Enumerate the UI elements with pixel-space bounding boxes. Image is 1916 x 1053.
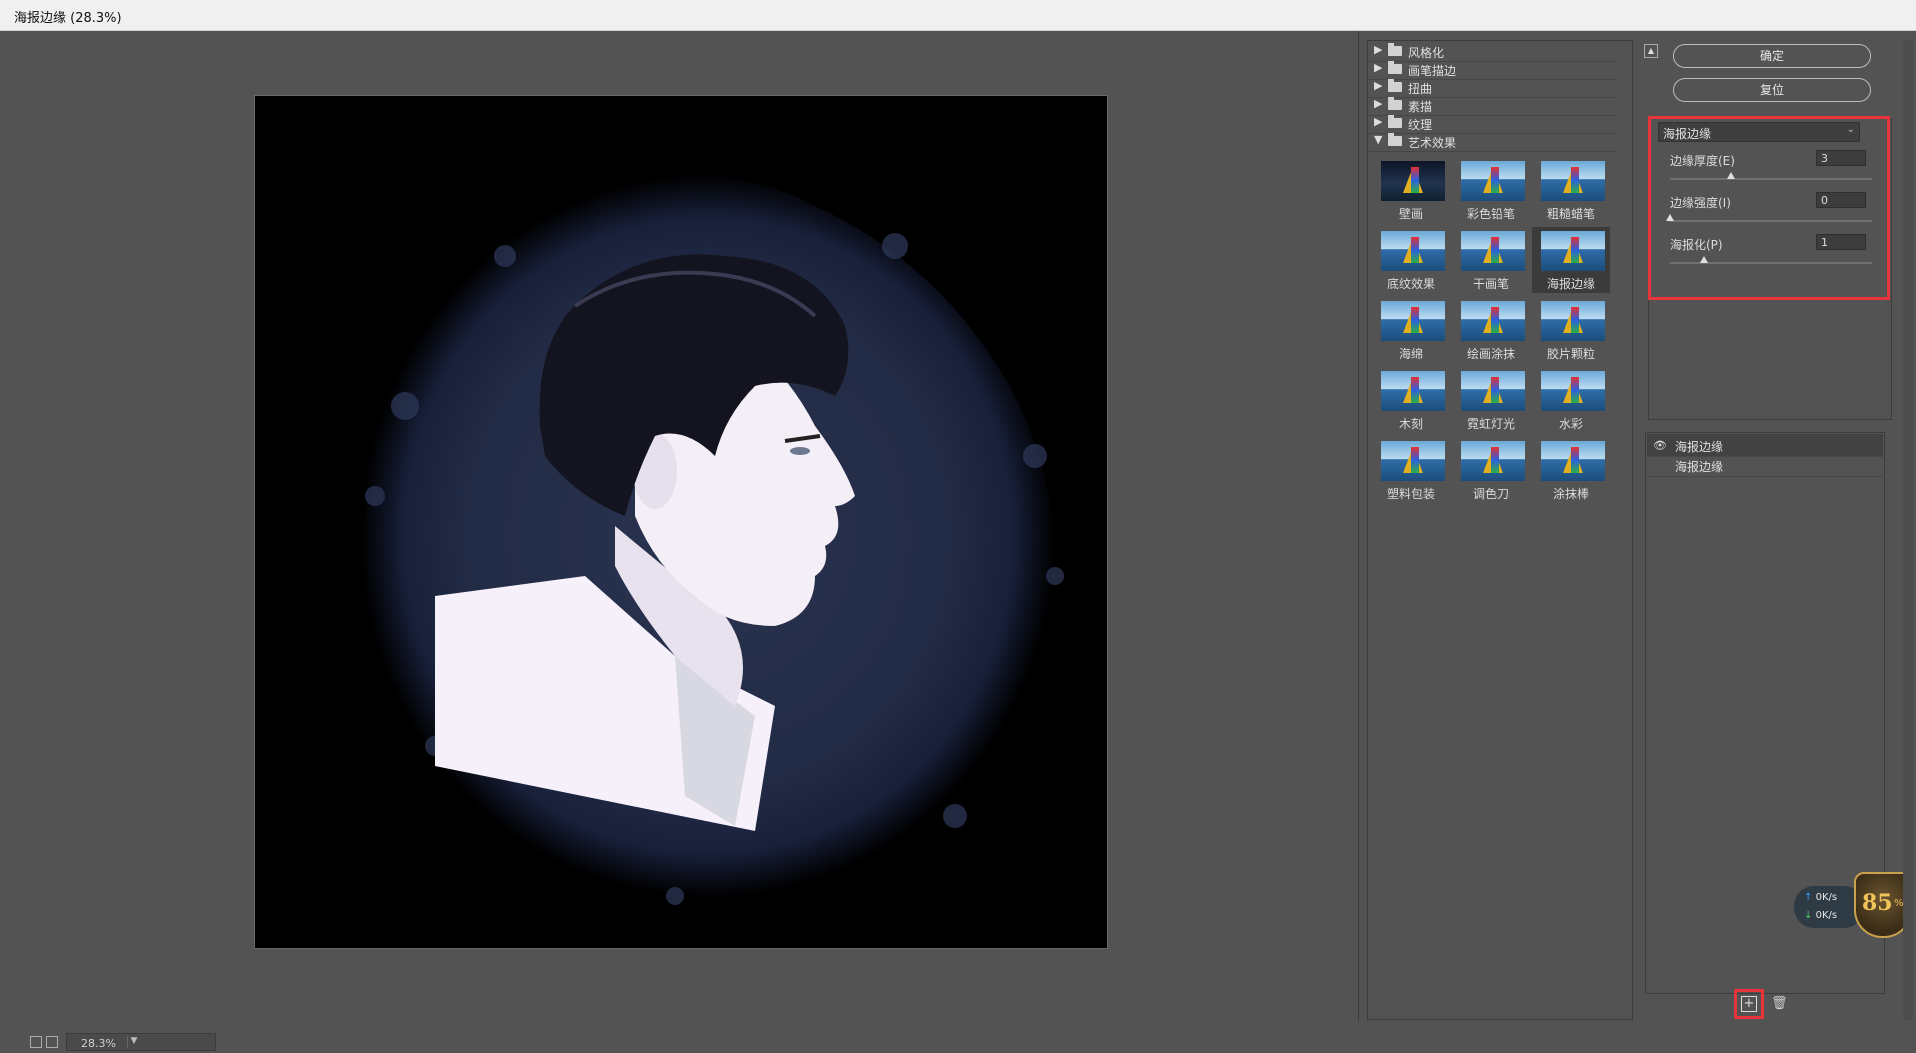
chevron-right-icon[interactable]: ▶ (1374, 115, 1382, 128)
chevron-down-icon[interactable]: ▼ (127, 1036, 140, 1048)
filter-gallery: ▶ 风格化 ▶ 画笔描边 ▶ 扭曲 ▶ 素描 ▶ 纹理 ▼ 艺术效果 壁画 彩色铅笔 粗糙蜡笔 底纹效果 干画笔… (1367, 40, 1633, 1020)
effect-layer-name: 海报边缘 (1675, 460, 1724, 474)
filter-thumbnail-label: 壁画 (1398, 207, 1423, 221)
filter-thumbnail-image (1541, 161, 1605, 201)
filter-thumbnail-label: 绘画涂抹 (1466, 347, 1515, 361)
preview-canvas[interactable] (254, 95, 1108, 949)
filter-thumbnail-label: 海报边缘 (1546, 277, 1595, 291)
filter-thumbnail-label: 塑料包装 (1386, 487, 1435, 501)
filter-thumbnail-image (1541, 371, 1605, 411)
new-effect-layer-icon[interactable]: + (1741, 996, 1757, 1012)
filter-thumbnail-image (1381, 441, 1445, 481)
filter-thumbnail-image (1461, 301, 1525, 341)
chevron-down-icon[interactable]: ▼ (1374, 133, 1382, 146)
upload-speed: ↑ 0K/s (1804, 892, 1838, 903)
filter-thumbnail-image (1541, 441, 1605, 481)
folder-icon (1388, 115, 1402, 128)
posterization-label: 海报化(P) (1670, 238, 1723, 252)
edge-thickness-slider-thumb[interactable] (1726, 172, 1735, 179)
zoom-out-button[interactable] (30, 1036, 42, 1048)
edge-thickness-slider[interactable] (1670, 178, 1872, 180)
filter-thumbnail[interactable]: 绘画涂抹 (1452, 297, 1530, 363)
filter-thumbnail[interactable]: 海绵 (1372, 297, 1450, 363)
folder-icon (1388, 133, 1402, 146)
edge-intensity-label: 边缘强度(I) (1670, 196, 1731, 210)
trash-icon[interactable]: 🗑 (1771, 996, 1788, 1012)
filter-thumbnail[interactable]: 海报边缘 (1532, 227, 1610, 293)
collapse-gallery-icon[interactable]: ▲ (1644, 44, 1658, 58)
filter-thumbnail-image (1541, 301, 1605, 341)
eye-icon[interactable]: 👁 (1653, 439, 1667, 452)
filter-thumbnail-label: 粗糙蜡笔 (1546, 207, 1595, 221)
edge-intensity-slider[interactable] (1670, 220, 1872, 222)
filter-thumbnail[interactable]: 水彩 (1532, 367, 1610, 433)
filter-thumbnail-image (1461, 371, 1525, 411)
chevron-right-icon[interactable]: ▶ (1374, 61, 1382, 74)
filter-thumbnail-label: 调色刀 (1472, 487, 1509, 501)
window-title: 海报边缘 (28.3%) (14, 11, 122, 26)
filter-thumbnail-label: 涂抹棒 (1552, 487, 1589, 501)
edge-intensity-input[interactable] (1816, 192, 1866, 208)
filter-thumbnail-image (1461, 161, 1525, 201)
chevron-right-icon[interactable]: ▶ (1374, 79, 1382, 92)
effect-layer-row[interactable]: 海报边缘 (1647, 454, 1883, 477)
filter-thumbnail[interactable]: 霓虹灯光 (1452, 367, 1530, 433)
filter-thumbnail[interactable]: 干画笔 (1452, 227, 1530, 293)
filter-thumbnail-label: 干画笔 (1472, 277, 1509, 291)
filter-thumbnail-label: 胶片颗粒 (1546, 347, 1595, 361)
filter-thumbnail[interactable]: 木刻 (1372, 367, 1450, 433)
filter-thumbnail[interactable]: 彩色铅笔 (1452, 157, 1530, 223)
zoom-in-button[interactable] (46, 1036, 58, 1048)
filter-thumbnail[interactable]: 粗糙蜡笔 (1532, 157, 1610, 223)
upload-arrow-icon: ↑ (1804, 892, 1813, 903)
edge-intensity-slider-thumb[interactable] (1666, 214, 1674, 221)
posterization-input[interactable] (1816, 234, 1866, 250)
filter-thumbnail[interactable]: 塑料包装 (1372, 437, 1450, 503)
filter-thumbnail-image (1381, 301, 1445, 341)
right-edge-strip (1903, 40, 1913, 1020)
filter-category[interactable]: ▼ 艺术效果 (1368, 131, 1616, 152)
ok-button[interactable]: 确定 (1673, 44, 1871, 68)
download-speed: ↓ 0K/s (1804, 910, 1838, 921)
filter-thumbnail-image (1381, 371, 1445, 411)
effect-layer-name: 海报边缘 (1675, 440, 1724, 454)
chevron-right-icon[interactable]: ▶ (1374, 97, 1382, 110)
preview-image (255, 96, 1107, 948)
preview-area: 28.3% ▼ (10, 31, 1359, 1051)
filter-thumbnail-image (1541, 231, 1605, 271)
chevron-right-icon[interactable]: ▶ (1374, 43, 1382, 56)
filter-thumbnail[interactable]: 壁画 (1372, 157, 1450, 223)
filter-thumbnail-image (1461, 441, 1525, 481)
filter-thumbnail[interactable]: 胶片颗粒 (1532, 297, 1610, 363)
filter-select-value: 海报边缘 (1663, 127, 1712, 141)
chevron-down-icon: ⌄ (1846, 124, 1855, 135)
download-arrow-icon: ↓ (1804, 910, 1813, 921)
filter-thumbnail-image (1461, 231, 1525, 271)
filter-thumbnail-label: 木刻 (1398, 417, 1423, 431)
filter-thumbnail[interactable]: 涂抹棒 (1532, 437, 1610, 503)
filter-category-label: 艺术效果 (1408, 136, 1457, 150)
filter-thumbnail-label: 底纹效果 (1386, 277, 1435, 291)
posterization-slider-thumb[interactable] (1699, 256, 1708, 263)
filter-thumbnail-label: 彩色铅笔 (1466, 207, 1515, 221)
filter-thumbnail[interactable]: 调色刀 (1452, 437, 1530, 503)
folder-icon (1388, 43, 1402, 56)
edge-thickness-label: 边缘厚度(E) (1670, 154, 1735, 168)
filter-thumbnail-label: 霓虹灯光 (1466, 417, 1515, 431)
window-title-bar: 海报边缘 (28.3%) (0, 0, 1916, 31)
filter-thumbnail-image (1381, 231, 1445, 271)
edge-thickness-input[interactable] (1816, 150, 1866, 166)
filter-thumbnail-label: 海绵 (1398, 347, 1423, 361)
filter-thumbnail-label: 水彩 (1558, 417, 1583, 431)
filter-thumbnail[interactable]: 底纹效果 (1372, 227, 1450, 293)
reset-button[interactable]: 复位 (1673, 78, 1871, 102)
folder-icon (1388, 97, 1402, 110)
folder-icon (1388, 79, 1402, 92)
filter-thumbnail-image (1381, 161, 1445, 201)
zoom-value: 28.3% (81, 1037, 116, 1050)
badge-value: 85 (1862, 890, 1893, 916)
filter-select[interactable]: 海报边缘 ⌄ (1658, 122, 1860, 142)
folder-icon (1388, 61, 1402, 74)
